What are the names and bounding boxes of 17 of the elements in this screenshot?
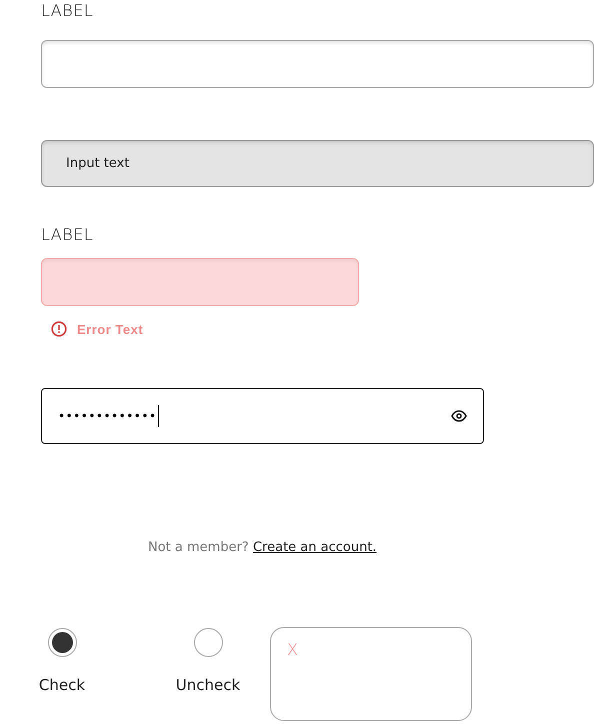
input-field[interactable] bbox=[41, 40, 594, 88]
text-cursor bbox=[158, 405, 159, 427]
error-text: Error Text bbox=[77, 322, 144, 336]
radio-label: Check bbox=[38, 676, 86, 694]
radio-button[interactable] bbox=[48, 628, 76, 657]
password-field[interactable]: ••••••••••••• bbox=[41, 388, 484, 444]
eye-icon bbox=[451, 410, 467, 422]
input-field[interactable] bbox=[41, 258, 359, 306]
input-field[interactable]: Input text bbox=[41, 140, 594, 187]
field-label: LABEL bbox=[41, 225, 94, 245]
create-account-link[interactable]: Create an account. bbox=[252, 540, 377, 555]
error-icon bbox=[51, 321, 67, 337]
show-password-button[interactable] bbox=[449, 408, 469, 424]
radio-button[interactable] bbox=[194, 628, 222, 657]
signup-prompt: Not a member? Create an account. bbox=[148, 540, 378, 555]
radio-label: Uncheck bbox=[176, 676, 240, 694]
field-label: LABEL bbox=[41, 1, 94, 21]
